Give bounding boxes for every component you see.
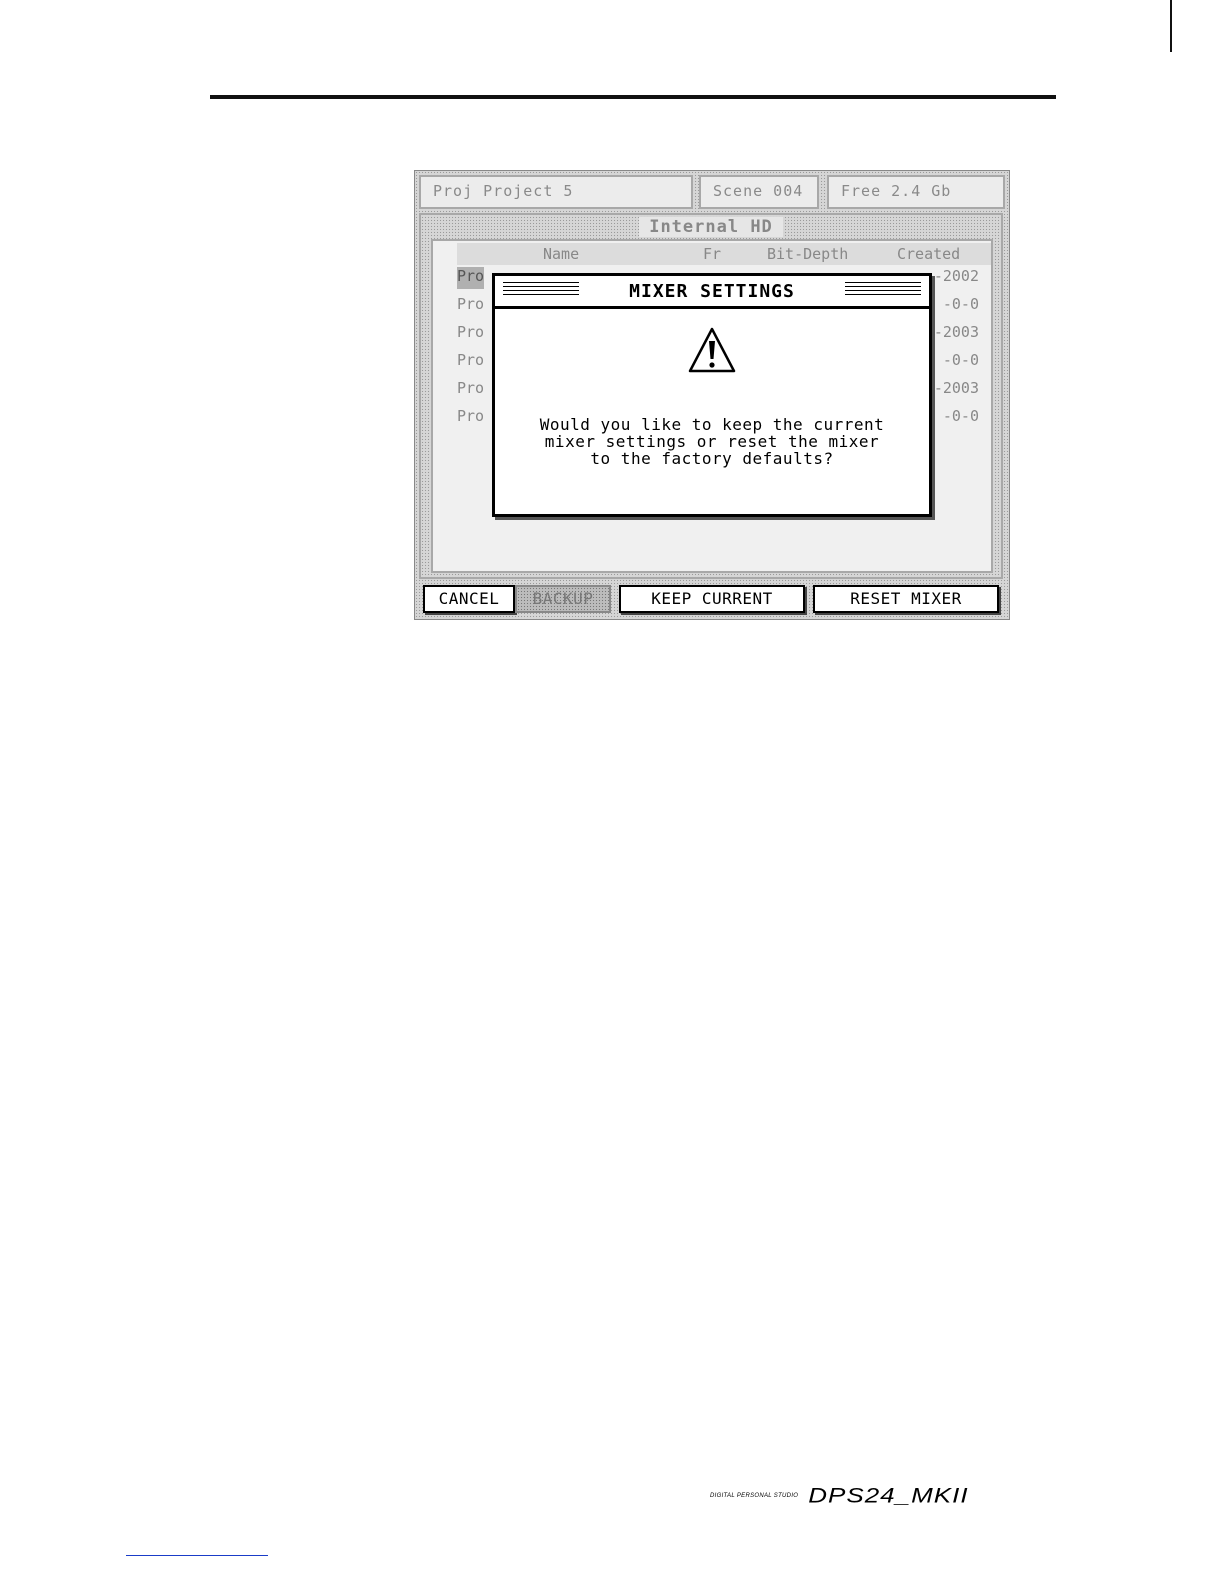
panel-title: Internal HD: [421, 217, 1001, 237]
list-item-name: Pro: [457, 267, 485, 285]
device-screen: Proj Project 5 Scene 004 Free 2.4 Gb Int…: [414, 170, 1010, 620]
dialog-message: Would you like to keep the current mixer…: [539, 415, 885, 468]
mixer-settings-dialog: MIXER SETTINGS Would you like to keep th…: [492, 273, 932, 517]
titlebar-stripes: [503, 282, 579, 298]
keep-current-button[interactable]: KEEP CURRENT: [619, 585, 805, 613]
list-column-headers: Name Fr Bit-Depth Created: [457, 243, 991, 265]
column-header-created: Created: [897, 245, 961, 263]
list-item[interactable]: Pro: [457, 379, 484, 401]
brand-name: DPS24_MKII: [808, 1483, 969, 1508]
column-header-bit-depth: Bit-Depth: [767, 245, 849, 263]
scene-field[interactable]: Scene 004: [699, 175, 819, 209]
list-item[interactable]: Pro: [457, 295, 484, 317]
footer-link-underline: [126, 1555, 268, 1556]
list-item[interactable]: Pro: [457, 323, 484, 345]
list-item[interactable]: Pro: [457, 267, 485, 289]
brand-tagline: DIGITAL PERSONAL STUDIO: [710, 1492, 799, 1499]
list-item-name: Pro: [457, 407, 485, 425]
list-item-name: Pro: [457, 351, 485, 369]
free-space-field: Free 2.4 Gb: [827, 175, 1005, 209]
reset-mixer-button[interactable]: RESET MIXER: [813, 585, 999, 613]
list-item-date: -2002: [933, 267, 979, 285]
soft-button-bar: CANCEL BACKUP KEEP CURRENT RESET MIXER: [419, 585, 1007, 615]
column-header-name: Name: [543, 245, 580, 263]
list-item[interactable]: Pro: [457, 407, 484, 429]
project-field[interactable]: Proj Project 5: [419, 175, 693, 209]
list-item-name: Pro: [457, 295, 485, 313]
backup-button: BACKUP: [515, 585, 611, 613]
list-item-name: Pro: [457, 323, 485, 341]
cancel-button[interactable]: CANCEL: [423, 585, 515, 613]
titlebar-stripes: [845, 282, 921, 298]
dialog-titlebar: MIXER SETTINGS: [495, 276, 929, 309]
list-item-date: -2003: [933, 379, 979, 397]
dialog-title: MIXER SETTINGS: [623, 280, 801, 302]
list-item-date: -0-0: [942, 295, 979, 313]
product-logo: DIGITAL PERSONAL STUDIO DPS24_MKII: [710, 1480, 969, 1511]
list-item-date: -0-0: [942, 407, 979, 425]
page-header-rule: [210, 95, 1056, 99]
warning-icon: [688, 327, 736, 373]
list-item-date: -0-0: [942, 351, 979, 369]
list-item-name: Pro: [457, 379, 485, 397]
column-header-fr: Fr: [703, 245, 722, 263]
page-right-rule: [1170, 0, 1172, 52]
list-item-date: -2003: [933, 323, 979, 341]
list-item[interactable]: Pro: [457, 351, 484, 373]
